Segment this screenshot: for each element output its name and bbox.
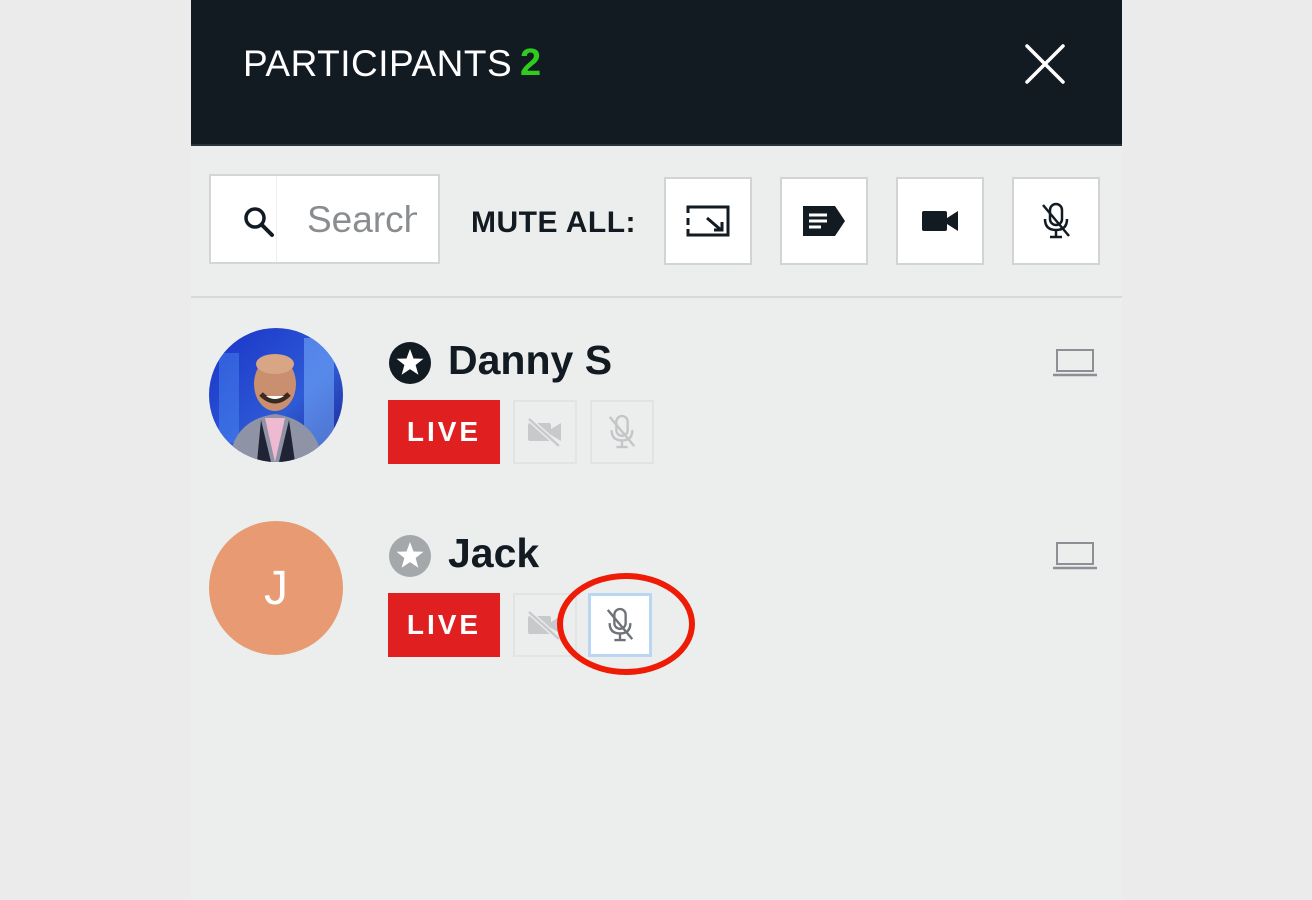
laptop-icon: [1053, 542, 1097, 570]
search-input[interactable]: [307, 198, 417, 242]
device-indicator[interactable]: [1052, 541, 1098, 571]
mic-muted-icon: [608, 414, 636, 449]
participant-name: Danny S: [448, 337, 613, 383]
toolbar: MUTE ALL:: [191, 146, 1122, 296]
device-indicator[interactable]: [1052, 348, 1098, 378]
panel-header: PARTICIPANTS 2: [191, 0, 1122, 146]
mute-all-label: MUTE ALL:: [471, 206, 637, 239]
live-badge: LIVE: [388, 593, 500, 657]
video-off-icon: [527, 417, 561, 447]
toggle-video-button[interactable]: [513, 400, 577, 464]
search-icon: [241, 204, 277, 240]
mute-all-screen-share-button[interactable]: [664, 177, 752, 265]
search-box[interactable]: [209, 174, 440, 264]
mute-all-video-button[interactable]: [896, 177, 984, 265]
close-button[interactable]: [1021, 40, 1069, 88]
laptop-icon: [1053, 349, 1097, 377]
host-star-icon: [389, 342, 431, 384]
search-divider: [276, 176, 277, 262]
video-camera-icon: [922, 211, 958, 231]
avatar[interactable]: J: [209, 521, 343, 655]
participant-row: Danny S LIVE: [191, 328, 1122, 488]
participant-count: 2: [520, 42, 542, 84]
panel-title: PARTICIPANTS: [243, 43, 513, 84]
avatar-photo: [209, 328, 343, 462]
toggle-audio-button[interactable]: [588, 593, 652, 657]
mic-muted-icon: [606, 607, 634, 642]
participants-panel: PARTICIPANTS 2 MUTE ALL:: [191, 0, 1122, 900]
toggle-audio-button[interactable]: [590, 400, 654, 464]
mic-muted-icon: [1042, 202, 1070, 239]
participant-row: J Jack LIVE: [191, 521, 1122, 681]
video-off-icon: [527, 610, 561, 640]
participant-name: Jack: [448, 530, 540, 576]
avatar[interactable]: [209, 328, 343, 462]
toolbar-divider: [191, 296, 1122, 298]
live-badge: LIVE: [388, 400, 500, 464]
star-icon[interactable]: [388, 534, 432, 578]
mute-all-audio-button[interactable]: [1012, 177, 1100, 265]
chat-icon: [803, 206, 845, 236]
mute-all-chat-button[interactable]: [780, 177, 868, 265]
close-icon: [1025, 44, 1065, 84]
screen-share-icon: [686, 205, 730, 237]
toggle-video-button[interactable]: [513, 593, 577, 657]
